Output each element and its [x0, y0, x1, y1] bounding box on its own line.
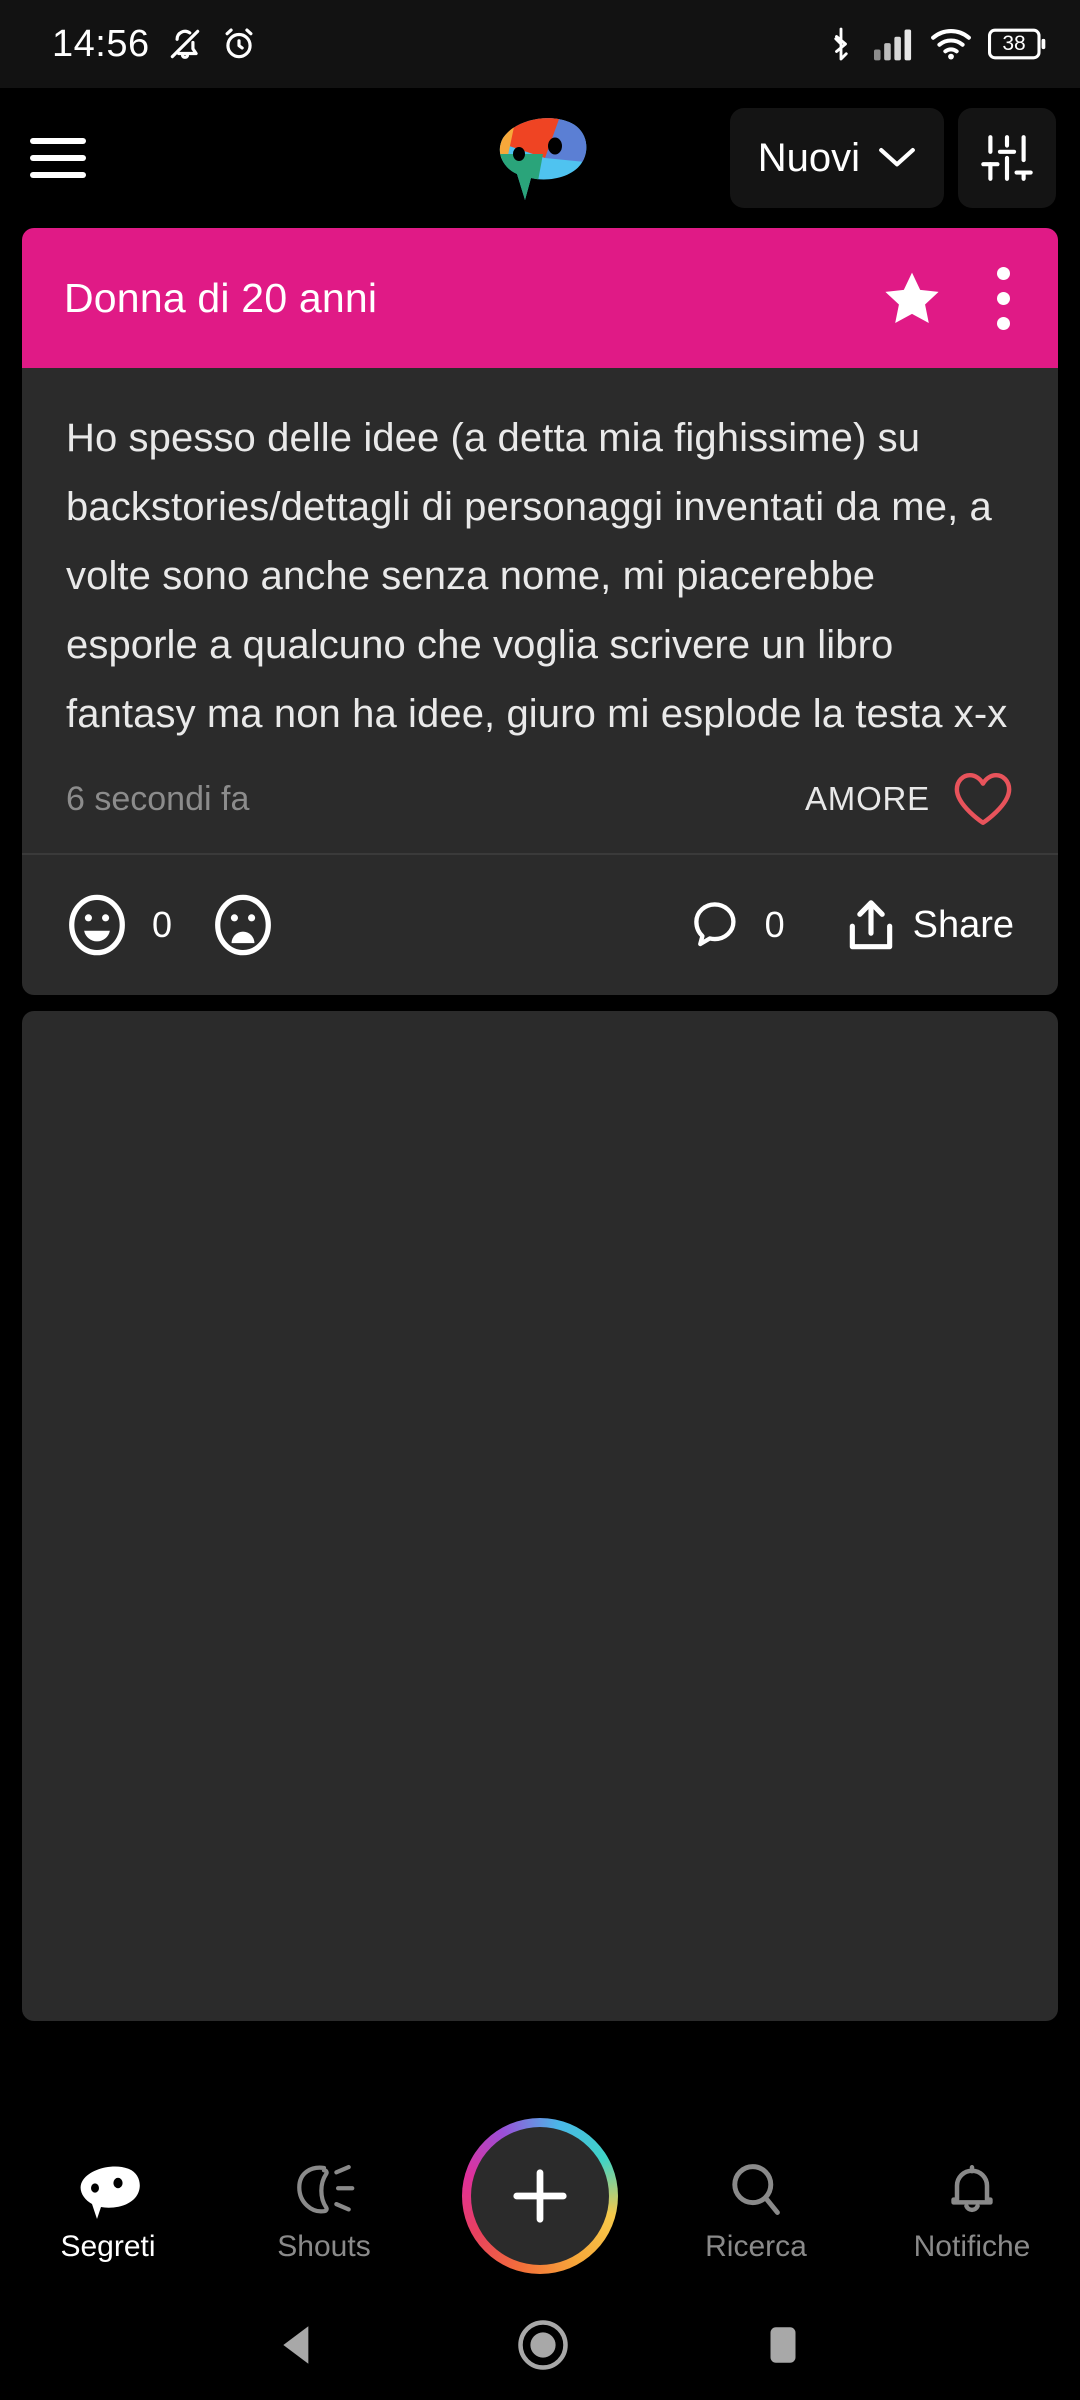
star-filled-icon[interactable]: [884, 271, 940, 325]
share-label: Share: [912, 903, 1014, 946]
status-bar: 14:56 38: [0, 0, 1080, 88]
post-author-label: Donna di 20 anni: [64, 274, 378, 321]
more-vertical-icon[interactable]: [976, 260, 1030, 336]
nav-item-segreti[interactable]: Segreti: [0, 2160, 216, 2264]
comment-count: 0: [764, 904, 785, 945]
nav-label-shouts: Shouts: [277, 2230, 371, 2263]
post-action-bar: 0 0 Share: [22, 855, 1058, 995]
nav-label-ricerca: Ricerca: [705, 2230, 807, 2263]
system-navigation-bar: [0, 2290, 1080, 2400]
heart-outline-icon[interactable]: [952, 771, 1014, 827]
status-clock: 14:56: [52, 22, 150, 65]
post-text: Ho spesso delle idee (a detta mia fighis…: [66, 416, 1008, 736]
app-logo-mask-icon: [499, 118, 587, 200]
secret-post-card-placeholder[interactable]: [22, 1011, 1058, 2021]
nav-item-notifiche[interactable]: Notifiche: [864, 2160, 1080, 2264]
app-header: Nuovi: [0, 88, 1080, 228]
feed-list[interactable]: Donna di 20 anni Ho spesso delle idee (a…: [0, 228, 1080, 2150]
comment-button[interactable]: 0: [689, 899, 785, 951]
back-triangle-icon[interactable]: [275, 2320, 325, 2370]
tune-sliders-icon: [981, 135, 1033, 181]
bottom-navigation: Segreti Shouts Ricerca Notifiche: [0, 2118, 1080, 2290]
post-header-actions: [884, 260, 1030, 336]
battery-icon: 38: [988, 28, 1046, 60]
hamburger-menu-icon[interactable]: [30, 126, 94, 190]
bell-off-icon: [170, 29, 199, 59]
search-icon: [732, 2164, 780, 2215]
post-secondary-actions: 0 Share: [689, 897, 1014, 953]
battery-percent: 38: [1002, 32, 1026, 55]
smiley-sad-icon: [215, 894, 271, 956]
recents-square-icon[interactable]: [761, 2320, 805, 2370]
home-circle-icon[interactable]: [516, 2318, 570, 2372]
cellular-signal-icon: [874, 29, 912, 61]
app-header-actions: Nuovi: [729, 108, 1056, 208]
post-timestamp: 6 secondi fa: [66, 779, 250, 818]
phone-screen: 14:56 38 Nuovi Donna di 20 anni Ho spess…: [0, 0, 1080, 2400]
plus-icon: [513, 2169, 567, 2223]
dislike-button[interactable]: [212, 894, 274, 956]
create-post-button[interactable]: [462, 2118, 618, 2274]
megaphone-icon: [297, 2164, 355, 2214]
post-meta-row: 6 secondi fa AMORE: [66, 749, 1014, 853]
status-bar-left: 14:56: [52, 23, 258, 66]
share-button[interactable]: Share: [845, 897, 1014, 953]
nav-label-notifiche: Notifiche: [913, 2230, 1031, 2263]
mask-icon: [80, 2166, 140, 2219]
post-mood[interactable]: AMORE: [805, 771, 1014, 827]
secret-post-card[interactable]: Donna di 20 anni Ho spesso delle idee (a…: [22, 228, 1058, 995]
filter-button[interactable]: [958, 108, 1056, 208]
post-header: Donna di 20 anni: [22, 228, 1058, 368]
nav-item-ricerca[interactable]: Ricerca: [648, 2160, 864, 2264]
like-count: 0: [152, 904, 173, 945]
wifi-icon: [931, 29, 971, 60]
nav-label-segreti: Segreti: [60, 2230, 156, 2263]
sort-dropdown-button[interactable]: Nuovi: [729, 108, 944, 208]
comment-bubble-icon: [693, 902, 736, 947]
share-upload-icon: [849, 900, 892, 950]
bell-icon: [951, 2165, 993, 2213]
like-button[interactable]: 0: [66, 894, 172, 956]
alarm-icon: [225, 28, 253, 59]
sort-dropdown-label: Nuovi: [757, 135, 860, 180]
chevron-down-icon: [879, 148, 915, 167]
status-bar-right: 38: [824, 26, 1046, 62]
nav-item-shouts[interactable]: Shouts: [216, 2160, 432, 2264]
bluetooth-icon: [834, 27, 848, 61]
create-post-inner: [471, 2127, 609, 2265]
smiley-happy-icon: [69, 894, 125, 956]
mood-label: AMORE: [804, 780, 930, 817]
post-body: Ho spesso delle idee (a detta mia fighis…: [22, 368, 1058, 853]
